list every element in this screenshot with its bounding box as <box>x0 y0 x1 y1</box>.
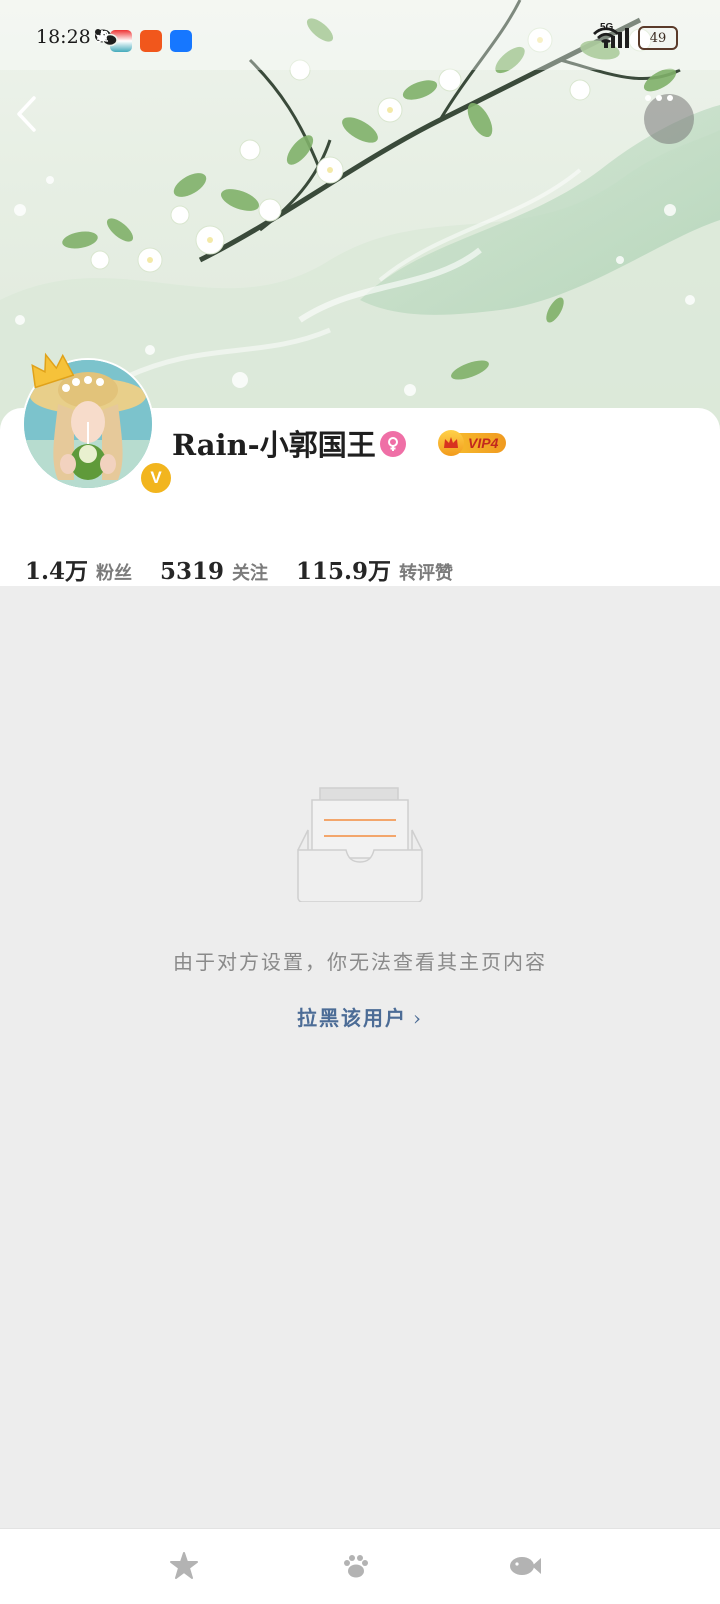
stat-value: 115.9万 <box>296 558 392 585</box>
cellular-signal-icon: 5G <box>600 22 630 50</box>
fish-icon[interactable] <box>508 1549 542 1583</box>
profile-stats: 1.4万 粉丝 5319 关注 115.9万 转评赞 <box>25 552 481 586</box>
profile-screen: 18:28 5G 49 V Rain-小郭国王 VIP4 1.4万 粉丝 531… <box>0 0 720 1604</box>
stat-value: 1.4万 <box>25 558 89 585</box>
stat-following[interactable]: 5319 关注 <box>160 558 268 585</box>
verified-badge: V <box>138 460 174 496</box>
vip-badge[interactable]: VIP4 <box>438 430 507 456</box>
chevron-right-icon: › <box>413 1006 423 1030</box>
block-user-link[interactable]: 拉黑该用户 › <box>0 1002 720 1031</box>
starfish-icon[interactable] <box>167 1549 201 1583</box>
verified-badge-label: V <box>150 468 162 487</box>
back-button[interactable] <box>14 94 62 142</box>
crown-icon <box>31 352 74 388</box>
status-bar: 18:28 5G 49 <box>0 0 720 80</box>
bottom-bar <box>0 1528 720 1604</box>
more-dots-icon <box>645 95 673 101</box>
taobao-icon <box>95 30 162 52</box>
profile-username: Rain-小郭国王 <box>172 428 376 462</box>
stat-reposts-comments-likes[interactable]: 115.9万 转评赞 <box>296 552 453 586</box>
empty-inbox-icon <box>297 787 423 902</box>
stat-value: 5319 <box>160 558 225 585</box>
status-time: 18:28 <box>36 26 91 48</box>
stat-label: 转评赞 <box>399 563 454 584</box>
avatar-container[interactable]: V <box>22 352 174 496</box>
empty-state-message: 由于对方设置，你无法查看其主页内容 <box>173 950 547 974</box>
alipay-icon <box>96 30 192 52</box>
block-user-label: 拉黑该用户 <box>297 1006 407 1030</box>
battery-icon: 49 <box>638 26 678 50</box>
status-indicators: 5G 49 <box>592 22 678 50</box>
stat-label: 粉丝 <box>96 563 133 584</box>
paw-icon[interactable] <box>339 1549 373 1583</box>
back-chevron-icon <box>17 96 36 132</box>
female-icon <box>380 431 406 457</box>
battery-level: 49 <box>649 30 667 46</box>
notification-icons <box>94 28 200 54</box>
vip-crown-icon <box>438 430 464 456</box>
stat-label: 关注 <box>232 563 269 584</box>
stat-followers[interactable]: 1.4万 粉丝 <box>25 552 132 586</box>
more-options-button[interactable] <box>644 94 694 144</box>
